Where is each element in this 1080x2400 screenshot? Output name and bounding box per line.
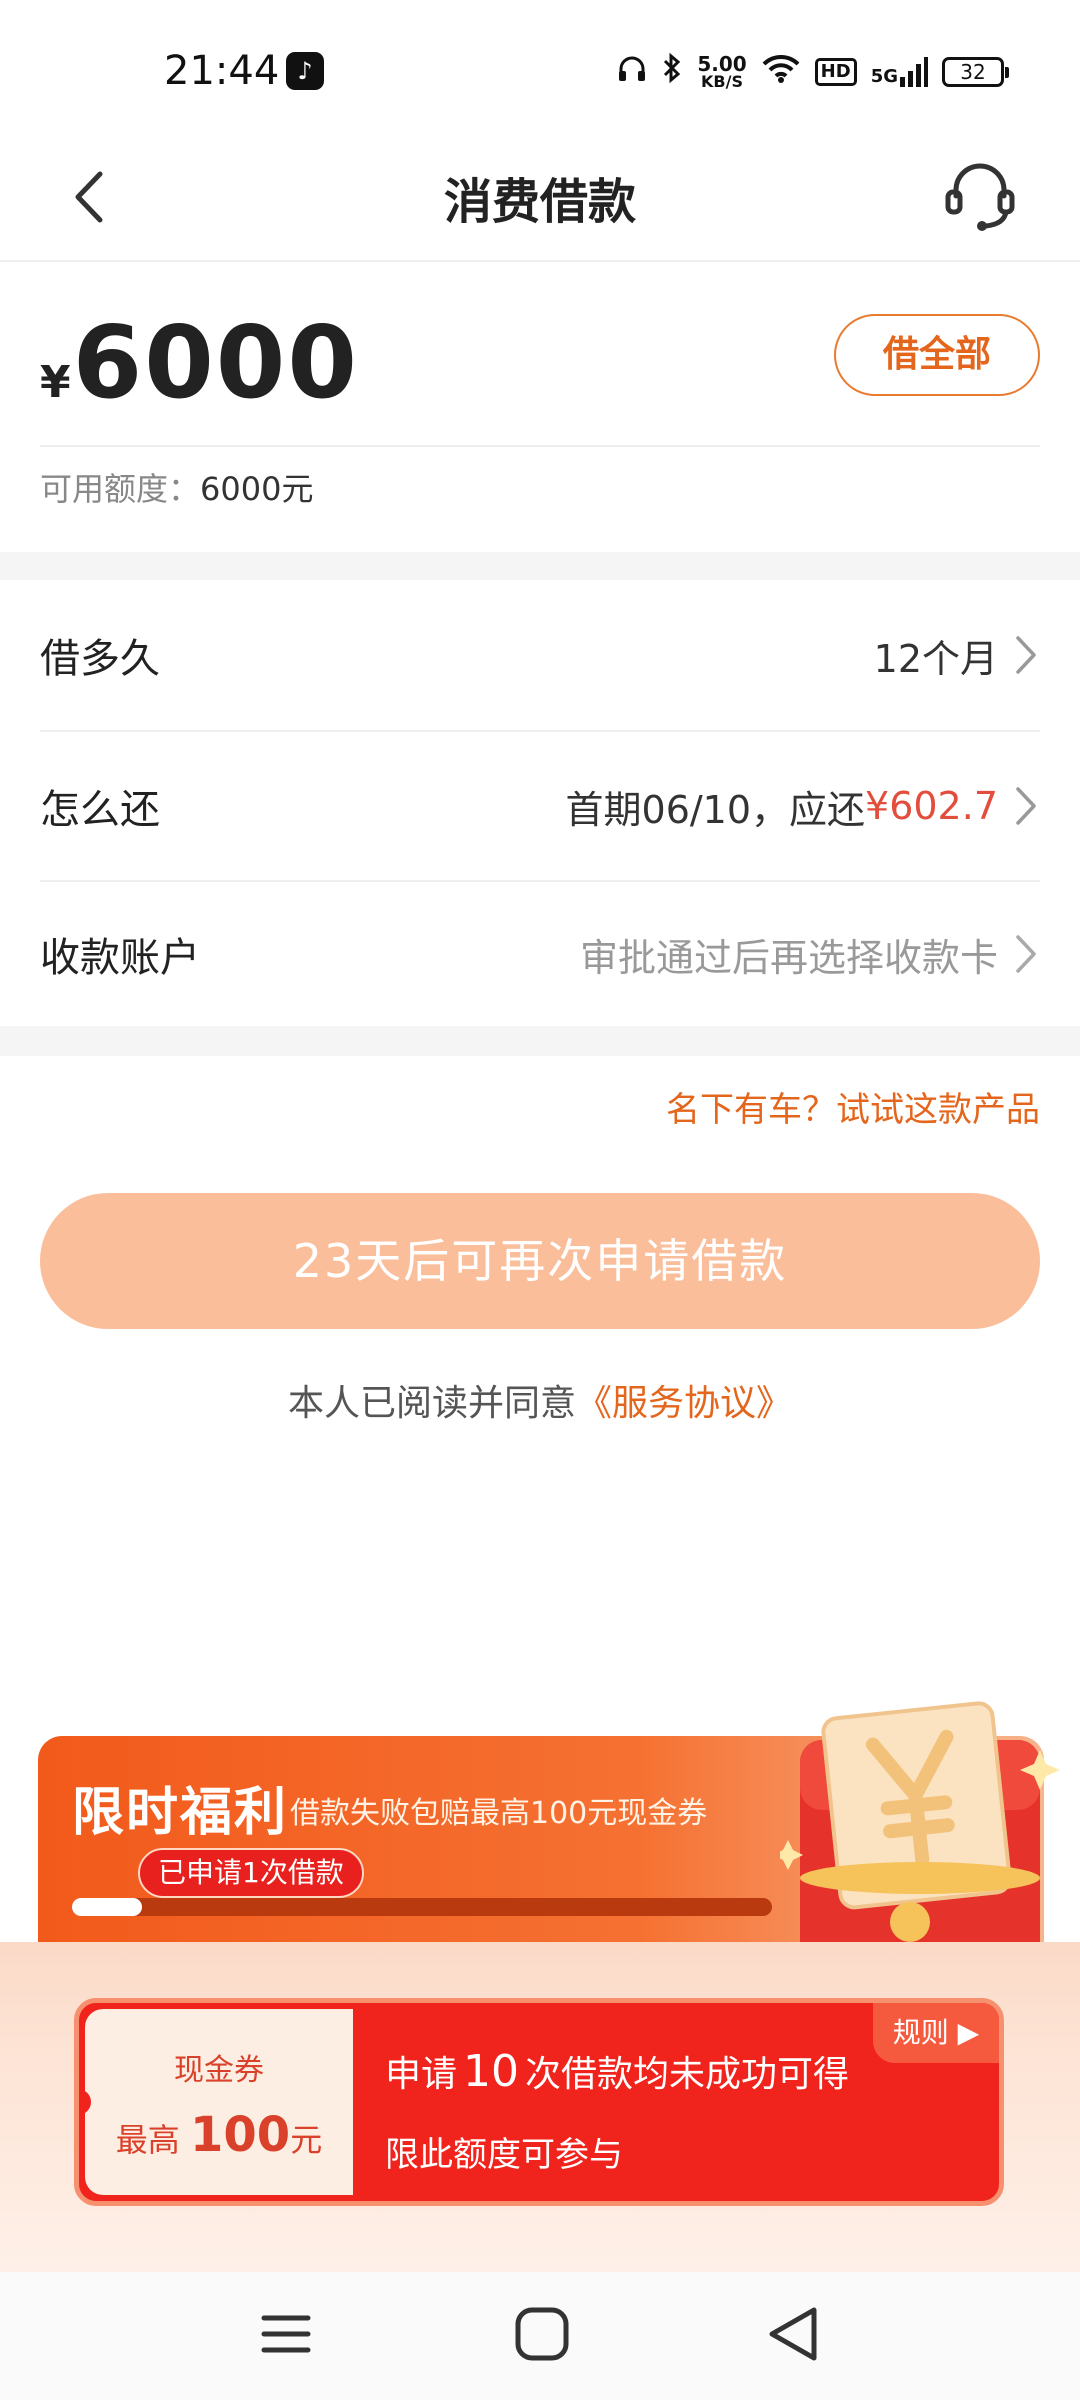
home-icon[interactable]	[512, 2304, 572, 2364]
promo-progress-fill	[72, 1898, 142, 1916]
hd-icon: HD	[814, 58, 857, 86]
currency-symbol: ¥	[40, 357, 71, 408]
service-agreement-link[interactable]: 《服务协议》	[576, 1383, 792, 1424]
status-time: 21:44	[164, 48, 280, 94]
account-value: 审批通过后再选择收款卡	[579, 935, 998, 980]
headphones-icon	[617, 53, 647, 91]
quota-value: 6000元	[200, 470, 314, 508]
agreement-text: 本人已阅读并同意《服务协议》	[0, 1374, 1080, 1426]
promo-title: 限时福利	[72, 1783, 289, 1843]
page-title: 消费借款	[443, 174, 636, 230]
coupon-note: 限此额度可参与	[385, 2135, 623, 2175]
chevron-right-icon	[1016, 787, 1036, 825]
network-speed: 5.00 KB/S	[697, 52, 747, 91]
red-packet-icon	[780, 1701, 1060, 1970]
signal-icon: 5G	[871, 57, 928, 87]
nav-bar: 消费借款	[0, 140, 1080, 262]
quota-label: 可用额度：	[40, 470, 201, 508]
available-quota: 可用额度：6000元	[40, 464, 313, 510]
term-value: 12个月	[873, 636, 998, 681]
loan-options: 借多久 12个月 怎么还 首期06/10，应还 ¥602.7 收款账户 审批通过后…	[0, 580, 1080, 1026]
coupon-title: 现金券	[174, 2053, 264, 2088]
coupon-max: 最高 100元	[115, 2107, 323, 2163]
loan-amount[interactable]: ¥ 6000	[40, 304, 359, 421]
chevron-right-icon	[1016, 935, 1036, 973]
status-icons: 5.00 KB/S HD 5G 32	[617, 50, 1009, 94]
tiktok-icon: ♪	[286, 52, 324, 90]
battery-icon: 32	[942, 57, 1009, 87]
repay-label: 怎么还	[40, 787, 160, 833]
repay-value: 首期06/10，应还	[565, 787, 866, 832]
apply-loan-button[interactable]: 23天后可再次申请借款	[40, 1193, 1040, 1329]
wifi-icon	[761, 53, 801, 91]
borrow-all-button[interactable]: 借全部	[834, 314, 1040, 396]
amount-section: ¥ 6000 借全部 可用额度：6000元	[0, 262, 1080, 552]
system-nav-bar	[0, 2272, 1080, 2400]
amount-value: 6000	[72, 304, 359, 421]
back-icon[interactable]	[764, 2304, 824, 2364]
car-product-link[interactable]: 名下有车？试试这款产品	[666, 1082, 1040, 1131]
repay-row[interactable]: 怎么还 首期06/10，应还 ¥602.7	[40, 730, 1040, 880]
coupon-value-panel: 现金券 最高 100元	[85, 2009, 353, 2195]
account-label: 收款账户	[40, 935, 200, 981]
agreement-label: 本人已阅读并同意	[287, 1383, 576, 1424]
term-label: 借多久	[40, 636, 160, 682]
promo-subtitle: 借款失败包赔最高100元现金券	[290, 1796, 708, 1831]
section-gap	[0, 1026, 1080, 1056]
divider	[40, 445, 1040, 447]
headset-icon[interactable]	[944, 156, 1016, 234]
status-bar: 21:44 ♪ 5.00 KB/S HD 5G 32	[0, 0, 1080, 140]
account-row[interactable]: 收款账户 审批通过后再选择收款卡	[40, 880, 1040, 1026]
promo-status-badge: 已申请1次借款	[138, 1848, 364, 1898]
coupon-area: 现金券 最高 100元 申请 10 次借款均未成功可得 限此额度可参与 规则 ▶	[0, 1942, 1080, 2272]
term-row[interactable]: 借多久 12个月	[40, 580, 1040, 730]
menu-icon[interactable]	[256, 2304, 316, 2364]
rules-button[interactable]: 规则 ▶	[873, 2003, 999, 2063]
promo-progress-bar	[72, 1898, 772, 1916]
chevron-right-icon	[1016, 636, 1036, 674]
bluetooth-icon	[661, 52, 683, 92]
section-gap	[0, 552, 1080, 580]
coupon-condition: 申请 10 次借款均未成功可得	[385, 2046, 850, 2097]
cash-coupon-card[interactable]: 现金券 最高 100元 申请 10 次借款均未成功可得 限此额度可参与 规则 ▶	[74, 1998, 1004, 2206]
repay-amount: ¥602.7	[865, 784, 998, 828]
